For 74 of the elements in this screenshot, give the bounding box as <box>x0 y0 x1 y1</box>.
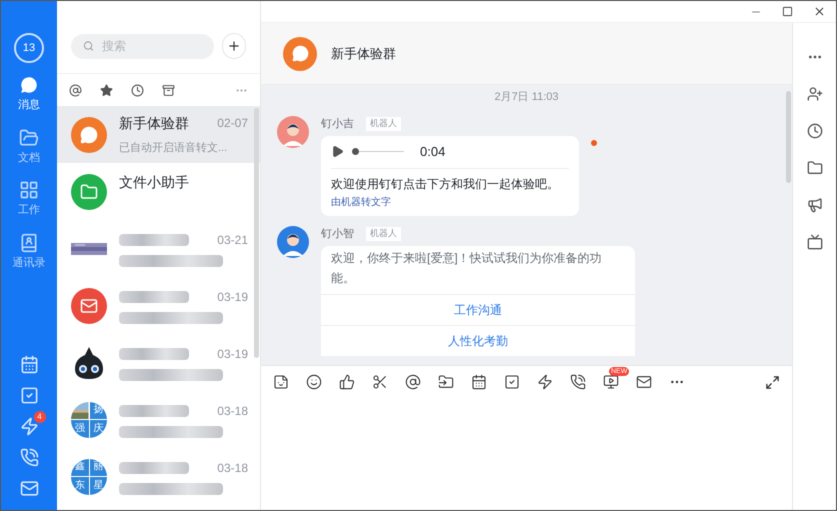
user-avatar[interactable]: 13 <box>14 33 44 63</box>
calendar-icon[interactable] <box>471 374 487 390</box>
message-text: 欢迎使用钉钉点击下方和我们一起体验吧。 <box>331 176 560 192</box>
nav-item[interactable]: 消息 <box>18 75 40 114</box>
chat-time: 03-19 <box>217 288 248 306</box>
call-icon[interactable] <box>570 374 586 390</box>
plus-icon <box>227 39 241 53</box>
chat-item[interactable]: 新手体验群 02-07 已自动开启语音转文... <box>57 106 260 163</box>
nav-item[interactable]: 通讯录 <box>12 232 46 271</box>
scrollbar[interactable] <box>254 108 259 358</box>
sender-name: 钉小吉 <box>321 116 354 132</box>
voice-duration: 0:04 <box>420 143 446 161</box>
nav-item[interactable]: 文档 <box>18 128 40 166</box>
tv-icon[interactable] <box>806 234 822 250</box>
card-link[interactable]: 人性化考勤 <box>321 325 635 356</box>
message-date: 2月7日 11:03 <box>494 90 558 105</box>
chat-preview: 已自动开启语音转文... <box>119 140 228 156</box>
robot-tag: 机器人 <box>366 117 401 130</box>
work-icon <box>19 180 39 200</box>
nav-item[interactable]: 工作 <box>18 180 40 218</box>
docs-icon <box>19 128 39 148</box>
folder-icon[interactable] <box>806 160 822 176</box>
blurred-text <box>119 462 189 474</box>
blurred-text <box>119 290 189 302</box>
add-member-icon[interactable] <box>806 86 822 102</box>
blurred-text <box>119 348 189 360</box>
add-button[interactable] <box>222 33 246 59</box>
chat-time: 03-19 <box>217 346 248 362</box>
live-icon[interactable] <box>603 374 619 390</box>
mail-icon[interactable] <box>636 374 652 390</box>
file-helper-avatar <box>71 174 107 210</box>
chat-time: 02-07 <box>217 115 248 132</box>
ding-icon[interactable] <box>537 374 553 390</box>
maximize-icon[interactable] <box>782 6 793 17</box>
mention-icon[interactable] <box>69 84 82 96</box>
chat-time: 03-18 <box>217 402 248 420</box>
transcription-caption: 由机器转文字 <box>331 196 392 210</box>
mention-icon[interactable] <box>405 374 421 390</box>
card-link[interactable]: 工作沟通 <box>321 294 635 325</box>
message-text: 欢迎，你终于来啦[爱意]！快试试我们为你准备的功能。 <box>330 250 603 287</box>
mail-avatar <box>71 288 107 324</box>
message-icon <box>19 75 39 95</box>
blurred-text <box>119 404 189 416</box>
scrollbar[interactable] <box>786 91 791 183</box>
expand-icon[interactable] <box>765 374 780 390</box>
megaphone-icon[interactable] <box>806 197 822 213</box>
group-avatar <box>71 116 107 152</box>
notification-badge: 4 <box>34 411 46 423</box>
todo-icon[interactable] <box>504 374 520 390</box>
chat-title: 新手体验群 <box>331 44 396 63</box>
play-icon[interactable] <box>331 145 344 158</box>
archive-icon[interactable] <box>162 84 175 96</box>
clock-icon[interactable] <box>806 123 822 139</box>
emoji-icon[interactable] <box>306 374 322 390</box>
chat-name: 文件小助手 <box>119 173 189 192</box>
screenshot-icon[interactable] <box>372 374 388 390</box>
search-field[interactable]: 搜索 <box>71 34 214 58</box>
search-input[interactable]: 搜索 <box>102 37 202 55</box>
file-send-icon[interactable] <box>438 374 454 390</box>
blurred-text <box>119 234 189 246</box>
search-icon <box>83 40 94 52</box>
progress-thumb[interactable] <box>352 148 359 156</box>
sender-name: 钉小智 <box>321 226 354 242</box>
contacts-icon <box>19 232 39 252</box>
chat-name: 新手体验群 <box>119 114 189 133</box>
close-icon[interactable] <box>813 5 826 18</box>
robot-tag: 机器人 <box>366 227 401 240</box>
group-avatar <box>283 36 317 70</box>
chat-time: 03-21 <box>217 232 248 248</box>
star-icon[interactable] <box>100 84 113 96</box>
clock-icon[interactable] <box>131 84 144 96</box>
phone-icon[interactable] <box>20 448 38 467</box>
like-icon[interactable] <box>339 374 355 390</box>
chat-time: 03-18 <box>217 460 248 476</box>
